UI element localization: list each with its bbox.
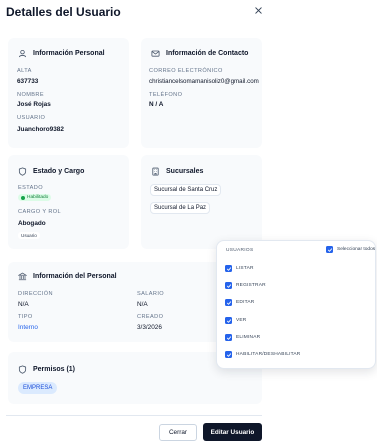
direccion-label: DIRECCIÓN bbox=[18, 291, 53, 297]
tipo-value: Interno bbox=[18, 324, 38, 331]
modal-title: Detalles del Usuario bbox=[6, 5, 121, 19]
modal-header: Detalles del Usuario bbox=[6, 0, 270, 24]
select-all-label: Seleccionar todos bbox=[337, 247, 376, 252]
building-icon bbox=[151, 167, 160, 176]
checkbox-checked-icon[interactable] bbox=[225, 299, 232, 306]
tipo-label: TIPO bbox=[18, 314, 33, 320]
permission-option-eliminar[interactable]: ELIMINAR bbox=[225, 334, 260, 341]
shield-icon bbox=[18, 365, 27, 374]
status-role-card: Estado y Cargo ESTADO Habilitado CARGO Y… bbox=[8, 155, 129, 249]
status-role-title-text: Estado y Cargo bbox=[33, 168, 85, 175]
cargo-label: CARGO Y ROL bbox=[18, 209, 62, 215]
permission-option-label: HABILITAR/DESHABILITAR bbox=[236, 352, 301, 357]
usuario-value: Juanchoro9382 bbox=[17, 126, 64, 133]
direccion-value: N/A bbox=[18, 301, 29, 308]
nombre-value: José Rojas bbox=[17, 101, 51, 108]
close-modal-button[interactable]: Cerrar bbox=[159, 424, 197, 441]
contact-info-title: Información de Contacto bbox=[151, 49, 248, 58]
status-badge: Habilitado bbox=[18, 194, 52, 201]
bank-icon bbox=[18, 272, 27, 281]
permission-option-editar[interactable]: EDITAR bbox=[225, 299, 254, 306]
edit-user-button[interactable]: Editar Usuario bbox=[203, 423, 262, 441]
permission-option-label: VER bbox=[236, 318, 247, 323]
personal-info-title: Información Personal bbox=[18, 49, 105, 58]
alta-value: 637733 bbox=[17, 78, 39, 85]
nombre-label: NOMBRE bbox=[17, 92, 44, 98]
footer-divider bbox=[6, 415, 262, 416]
usuario-label: USUARIO bbox=[17, 115, 46, 121]
role-badge: Usuario bbox=[18, 232, 40, 239]
alta-label: ALTA bbox=[17, 68, 32, 74]
checkbox-checked-icon[interactable] bbox=[225, 317, 232, 324]
status-dot-icon bbox=[21, 195, 25, 200]
shield-icon bbox=[18, 167, 27, 176]
checkbox-checked-icon[interactable] bbox=[326, 246, 333, 253]
salario-label: SALARIO bbox=[137, 291, 165, 297]
staff-info-title: Información del Personal bbox=[18, 272, 117, 281]
permissions-title: Permisos (1) bbox=[18, 365, 75, 374]
permission-option-label: EDITAR bbox=[236, 300, 255, 305]
mail-icon bbox=[151, 49, 160, 58]
creado-label: CREADO bbox=[137, 314, 164, 320]
branches-title-text: Sucursales bbox=[166, 168, 204, 175]
email-label: CORREO ELECTRÓNICO bbox=[149, 68, 223, 74]
checkbox-checked-icon[interactable] bbox=[225, 351, 232, 358]
phone-label: TELÉFONO bbox=[149, 92, 183, 98]
close-button[interactable] bbox=[251, 3, 265, 17]
branch-chip: Sucursal de La Paz bbox=[150, 202, 211, 214]
permission-option-ver[interactable]: VER bbox=[225, 317, 246, 324]
permission-option-listar[interactable]: LISTAR bbox=[225, 265, 254, 272]
permission-option-label: LISTAR bbox=[236, 266, 254, 271]
permissions-dropdown: USUARIOS Seleccionar todos LISTAR REGIST… bbox=[216, 240, 376, 369]
phone-value: N / A bbox=[149, 101, 164, 108]
status-role-title: Estado y Cargo bbox=[18, 167, 84, 176]
permission-option-label: ELIMINAR bbox=[236, 335, 261, 340]
close-icon bbox=[254, 6, 263, 15]
dropdown-header: USUARIOS bbox=[226, 248, 254, 253]
salario-value: N/A bbox=[137, 301, 148, 308]
personal-info-card: Información Personal ALTA 637733 NOMBRE … bbox=[8, 38, 129, 148]
checkbox-checked-icon[interactable] bbox=[225, 334, 232, 341]
contact-info-title-text: Información de Contacto bbox=[166, 50, 249, 57]
checkbox-checked-icon[interactable] bbox=[225, 265, 232, 272]
select-all-checkbox[interactable]: Seleccionar todos bbox=[326, 246, 375, 253]
contact-info-card: Información de Contacto CORREO ELECTRÓNI… bbox=[141, 38, 262, 148]
estado-label: ESTADO bbox=[18, 185, 43, 191]
user-icon bbox=[18, 49, 27, 58]
permission-option-habilitar[interactable]: HABILITAR/DESHABILITAR bbox=[225, 351, 300, 358]
permission-option-label: REGISTRAR bbox=[236, 283, 266, 288]
branches-card: Sucursales Sucursal de Santa Cruz Sucurs… bbox=[141, 155, 262, 249]
creado-value: 3/3/2026 bbox=[137, 324, 162, 331]
branches-title: Sucursales bbox=[151, 167, 203, 176]
permission-option-registrar[interactable]: REGISTRAR bbox=[225, 282, 266, 289]
status-badge-text: Habilitado bbox=[27, 195, 49, 200]
checkbox-checked-icon[interactable] bbox=[225, 282, 232, 289]
email-value: christiancelsomamanisoliz0@gmail.com bbox=[149, 78, 259, 85]
personal-info-title-text: Información Personal bbox=[33, 50, 105, 57]
cargo-value: Abogado bbox=[18, 220, 46, 227]
permission-chip[interactable]: EMPRESA bbox=[18, 382, 58, 394]
permissions-title-text: Permisos (1) bbox=[33, 366, 76, 373]
staff-info-title-text: Información del Personal bbox=[33, 273, 117, 280]
branch-chip: Sucursal de Santa Cruz bbox=[150, 184, 222, 196]
